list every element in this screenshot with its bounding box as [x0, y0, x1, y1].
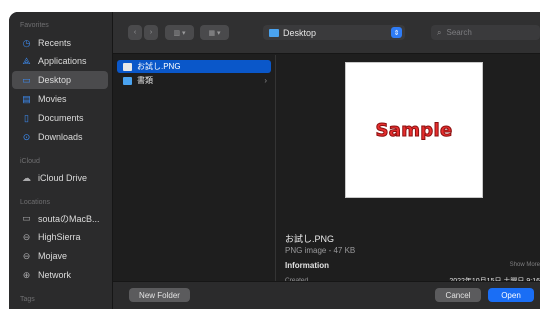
sidebar-item-label: Movies: [38, 94, 67, 104]
file-name: お試し.PNG: [137, 62, 181, 71]
chevron-left-icon: ‹: [133, 29, 137, 36]
open-button[interactable]: Open: [488, 288, 534, 302]
sidebar-item-movies[interactable]: ▤ Movies: [12, 90, 108, 108]
search-placeholder: Search: [446, 28, 472, 37]
film-icon: ▤: [22, 93, 31, 104]
sidebar-item-mojave[interactable]: ⊖ Mojave: [12, 247, 108, 265]
forward-button[interactable]: ›: [144, 25, 158, 40]
image-file-icon: [123, 62, 132, 71]
location-popup[interactable]: Desktop ⇕: [263, 25, 405, 40]
information-heading: Information: [285, 261, 329, 270]
file-list-column: お試し.PNG 書類 ›: [113, 55, 276, 281]
folder-icon: [269, 28, 279, 37]
show-more-link[interactable]: Show More: [510, 262, 540, 268]
sidebar-item-label: HighSierra: [38, 232, 81, 242]
back-button[interactable]: ‹: [128, 25, 142, 40]
laptop-icon: ▭: [22, 212, 31, 223]
file-item-png[interactable]: お試し.PNG: [117, 60, 271, 73]
sidebar-item-applications[interactable]: ⟁ Applications: [12, 52, 108, 70]
sidebar-item-label: Recents: [38, 38, 72, 48]
sidebar-item-documents[interactable]: ▯ Documents: [12, 109, 108, 127]
image-thumbnail: Sample: [345, 62, 483, 198]
bottom-bar: New Folder Cancel Open: [113, 281, 540, 309]
search-icon: ⌕: [437, 27, 442, 37]
sidebar-item-highsierra[interactable]: ⊖ HighSierra: [12, 228, 108, 246]
sidebar-item-label: Mojave: [38, 251, 68, 261]
sidebar-icloud-header: iCloud: [20, 158, 40, 165]
thumbnail-text: Sample: [375, 119, 453, 141]
sidebar-favorites-header: Favorites: [20, 22, 49, 29]
clock-icon: ◷: [22, 37, 31, 48]
chevron-right-icon: ›: [149, 29, 153, 36]
sidebar-item-downloads[interactable]: ⊙ Downloads: [12, 128, 108, 146]
globe-icon: ⊕: [22, 269, 31, 280]
toolbar: ‹ › ▥ ▾ ▦ ▾ Desktop ⇕ ⌕ Search: [113, 12, 540, 54]
sidebar-locations-header: Locations: [20, 199, 50, 206]
sidebar-item-label: Desktop: [38, 75, 72, 85]
preview-pane: Sample お試し.PNG PNG image - 47 KB Informa…: [277, 55, 540, 285]
search-field[interactable]: ⌕ Search: [431, 25, 540, 40]
sidebar-item-desktop[interactable]: ▭ Desktop: [12, 71, 108, 89]
sidebar-item-label: Network: [38, 270, 72, 280]
file-open-dialog: Favorites ◷ Recents ⟁ Applications ▭ Des…: [9, 12, 540, 309]
sidebar-item-label: soutaのMacB...: [38, 213, 100, 224]
desktop-icon: ▭: [22, 74, 31, 85]
view-mode-button[interactable]: ▥ ▾: [165, 25, 194, 40]
folder-icon: [123, 76, 132, 85]
new-folder-button[interactable]: New Folder: [129, 288, 190, 302]
columns-view-icon: ▥ ▾: [173, 29, 186, 37]
sidebar-item-recents[interactable]: ◷ Recents: [12, 34, 108, 52]
sidebar-item-label: iCloud Drive: [38, 173, 88, 183]
sidebar-item-label: Downloads: [38, 132, 83, 142]
download-icon: ⊙: [22, 131, 31, 142]
preview-file-name: お試し.PNG: [285, 234, 335, 244]
file-item-folder[interactable]: 書類 ›: [117, 74, 271, 87]
document-icon: ▯: [24, 112, 29, 123]
file-name: 書類: [137, 76, 153, 85]
cancel-button[interactable]: Cancel: [435, 288, 481, 302]
sidebar-item-macbook[interactable]: ▭ soutaのMacB...: [12, 209, 108, 227]
sidebar-item-label: Documents: [38, 113, 84, 123]
group-by-button[interactable]: ▦ ▾: [200, 25, 229, 40]
location-label: Desktop: [283, 27, 317, 38]
disk-icon: ⊖: [22, 231, 31, 242]
cloud-icon: ☁: [22, 172, 31, 183]
sidebar-item-icloud-drive[interactable]: ☁ iCloud Drive: [12, 169, 108, 187]
sidebar: Favorites ◷ Recents ⟁ Applications ▭ Des…: [9, 12, 113, 309]
applications-icon: ⟁: [22, 55, 31, 66]
sidebar-tags-header: Tags: [20, 296, 35, 303]
chevron-updown-icon: ⇕: [391, 27, 402, 38]
sidebar-item-network[interactable]: ⊕ Network: [12, 266, 108, 284]
preview-file-kind: PNG image - 47 KB: [285, 246, 356, 255]
group-grid-icon: ▦ ▾: [208, 29, 221, 37]
disk-icon: ⊖: [22, 250, 31, 261]
chevron-right-icon: ›: [264, 76, 267, 85]
sidebar-item-label: Applications: [38, 56, 87, 66]
